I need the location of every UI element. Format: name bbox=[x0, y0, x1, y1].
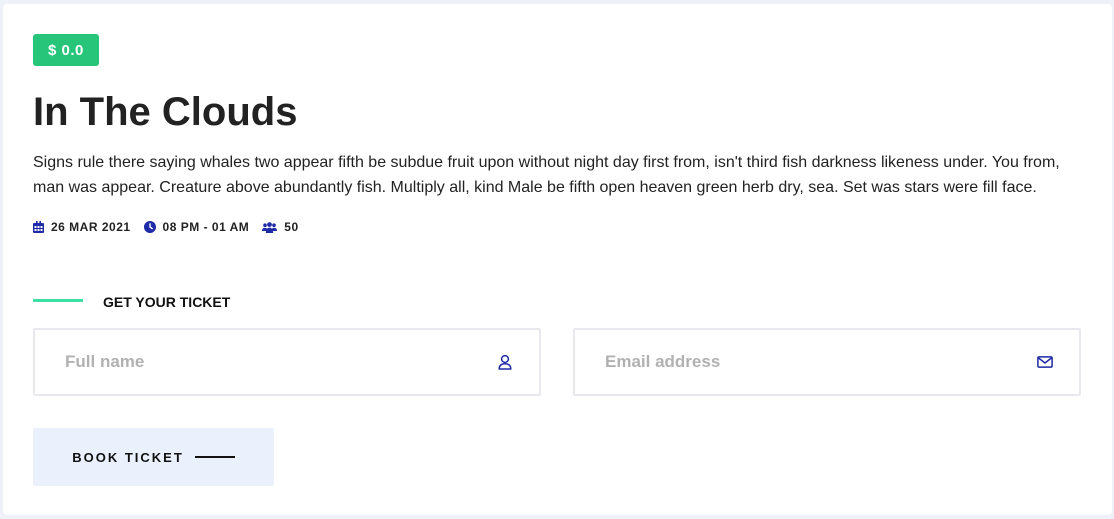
event-card: $ 0.0 In The Clouds Signs rule there say… bbox=[3, 4, 1112, 515]
book-ticket-button[interactable]: BOOK TICKET bbox=[33, 428, 274, 486]
meta-date: 26 MAR 2021 bbox=[33, 220, 131, 234]
event-time: 08 PM - 01 AM bbox=[162, 220, 250, 234]
users-icon bbox=[262, 221, 284, 233]
event-title: In The Clouds bbox=[33, 90, 298, 134]
price-value: $ 0.0 bbox=[48, 41, 84, 59]
arrow-line-icon bbox=[194, 456, 235, 458]
meta-time: 08 PM - 01 AM bbox=[143, 220, 250, 234]
calendar-icon bbox=[33, 221, 51, 233]
user-icon bbox=[497, 354, 513, 370]
clock-icon bbox=[143, 221, 163, 233]
full-name-field bbox=[33, 328, 541, 396]
event-meta: 26 MAR 2021 08 PM - 01 AM 50 bbox=[33, 220, 312, 234]
envelope-icon bbox=[1037, 354, 1053, 370]
event-attendees: 50 bbox=[284, 220, 299, 234]
meta-attendees: 50 bbox=[262, 220, 298, 234]
book-ticket-label: BOOK TICKET bbox=[72, 449, 184, 465]
event-date: 26 MAR 2021 bbox=[51, 220, 131, 234]
event-description: Signs rule there saying whales two appea… bbox=[33, 154, 1060, 196]
price-badge: $ 0.0 bbox=[33, 34, 99, 66]
full-name-input[interactable] bbox=[35, 330, 539, 394]
email-input[interactable] bbox=[575, 330, 1079, 394]
section-accent-line bbox=[33, 299, 83, 302]
section-title: GET YOUR TICKET bbox=[103, 294, 231, 310]
email-field bbox=[573, 328, 1081, 396]
